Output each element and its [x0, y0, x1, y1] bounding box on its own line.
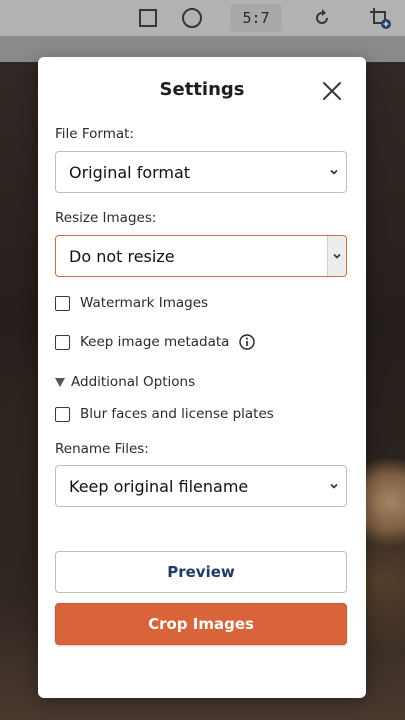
resize-value: Do not resize [69, 246, 175, 266]
blur-checkbox[interactable] [55, 406, 70, 422]
resize-select[interactable]: Do not resize [55, 235, 347, 277]
chevron-down-icon [330, 169, 338, 175]
additional-options-label: Additional Options [71, 374, 196, 390]
watermark-label[interactable]: Watermark Images [80, 295, 208, 311]
metadata-label[interactable]: Keep image metadata [80, 334, 229, 350]
watermark-row: Watermark Images [55, 295, 208, 311]
chevron-down-icon [330, 483, 338, 489]
file-format-select[interactable]: Original format [55, 151, 347, 193]
blur-row: Blur faces and license plates [55, 406, 274, 422]
file-format-label: File Format: [55, 126, 135, 142]
chevron-down-icon [333, 253, 341, 259]
disclosure-triangle-icon [55, 377, 65, 387]
close-button[interactable] [320, 79, 344, 103]
blur-label[interactable]: Blur faces and license plates [80, 406, 274, 422]
dialog-title: Settings [159, 79, 245, 100]
metadata-row: Keep image metadata [55, 334, 256, 350]
preview-button[interactable]: Preview [55, 551, 347, 593]
file-format-value: Original format [69, 162, 191, 182]
additional-options-toggle[interactable]: Additional Options [55, 374, 195, 390]
resize-label: Resize Images: [55, 210, 157, 226]
metadata-checkbox[interactable] [55, 334, 70, 350]
info-icon[interactable] [239, 334, 256, 350]
watermark-checkbox[interactable] [55, 295, 70, 311]
rename-label: Rename Files: [55, 441, 149, 457]
rename-value: Keep original filename [69, 476, 249, 496]
rename-select[interactable]: Keep original filename [55, 465, 347, 507]
crop-images-button[interactable]: Crop Images [55, 603, 347, 645]
close-icon [323, 82, 341, 100]
settings-dialog: Settings File Format: Original format Re… [38, 57, 366, 698]
